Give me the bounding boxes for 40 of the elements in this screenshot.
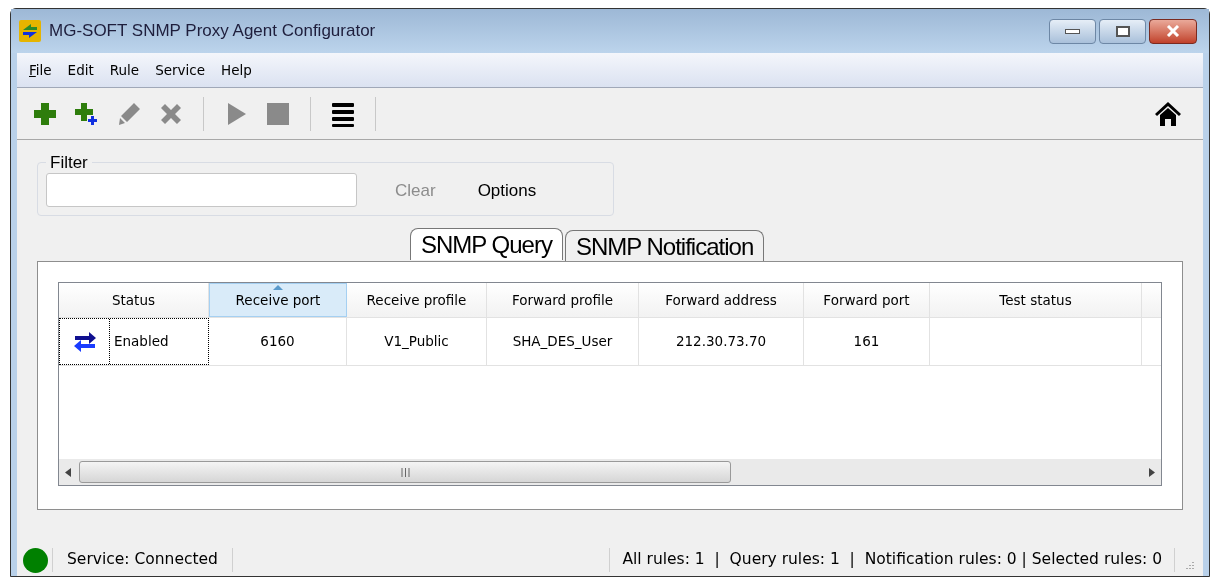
service-status-text: Service: Connected: [66, 549, 219, 571]
filter-input[interactable]: [46, 173, 357, 208]
column-header[interactable]: Receive port: [209, 283, 347, 317]
minimize-button[interactable]: [1049, 18, 1096, 44]
close-icon: [1166, 25, 1180, 37]
maximize-icon: [1115, 25, 1130, 37]
table-cell-text: SHA_DES_User: [512, 332, 613, 352]
table-cell-text: 6160: [260, 332, 295, 352]
sort-arrow-icon: [273, 285, 283, 290]
scroll-left-icon[interactable]: [65, 467, 71, 477]
tab[interactable]: SNMP Query: [410, 228, 563, 260]
scroll-right-icon[interactable]: [1149, 467, 1155, 477]
app-logo-icon: [19, 20, 41, 42]
maximize-button[interactable]: [1099, 18, 1146, 44]
column-header[interactable]: Test status: [930, 283, 1142, 317]
menu-item[interactable]: Rule: [103, 57, 146, 83]
table-cell-text: V1_Public: [384, 332, 449, 352]
menu-item[interactable]: File: [23, 57, 58, 83]
column-header[interactable]: Forward address: [639, 283, 804, 317]
filter-label: Filter: [49, 152, 89, 174]
menu-item[interactable]: Edit: [61, 57, 100, 83]
column-header[interactable]: Receive profile: [347, 283, 487, 317]
table-cell-text: 212.30.73.70: [675, 332, 767, 352]
table-cell-text: Enabled: [113, 332, 169, 352]
tab[interactable]: SNMP Notification: [564, 230, 765, 262]
home-icon[interactable]: [1153, 99, 1183, 128]
menu-item[interactable]: Service: [149, 57, 212, 83]
grip-icon: [400, 467, 410, 477]
column-header[interactable]: Forward port: [804, 283, 930, 317]
table-cell-text: 161: [853, 332, 880, 352]
column-header[interactable]: Forward profile: [487, 283, 639, 317]
filter-option-button[interactable]: Options: [473, 177, 541, 203]
close-button[interactable]: [1149, 18, 1197, 44]
minimize-icon: [1065, 28, 1080, 34]
swap-arrows-icon: [72, 329, 97, 354]
horizontal-scrollbar[interactable]: [59, 459, 1161, 485]
resize-grip-icon[interactable]: [1183, 560, 1195, 572]
rules-count-text: All rules: 1 | Query rules: 1 | Notification rules: 0 | Selected rules: 0: [621, 549, 1163, 571]
menu-item[interactable]: Help: [215, 57, 258, 83]
window-title: MG-SOFT SNMP Proxy Agent Configurator: [49, 20, 376, 43]
